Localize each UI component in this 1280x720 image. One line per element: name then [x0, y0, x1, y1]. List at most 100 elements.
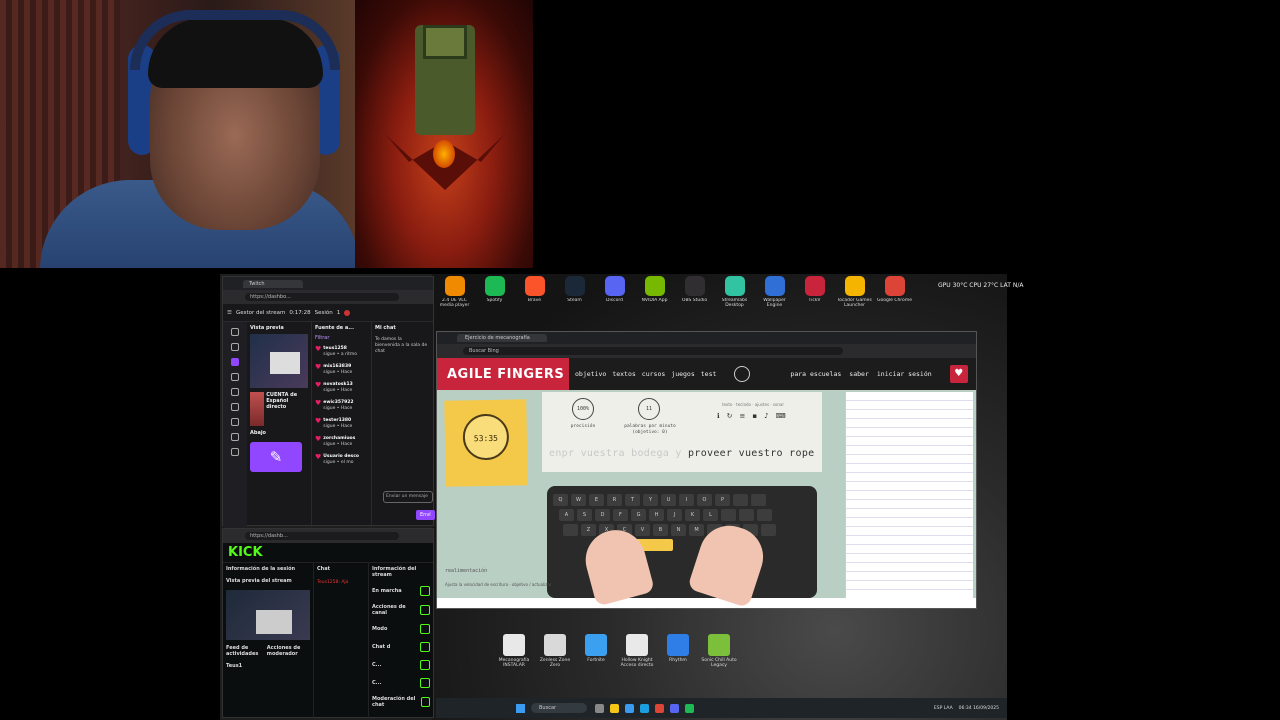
desktop-icon[interactable]: NVIDIA App — [636, 276, 673, 309]
desktop-shortcut[interactable]: Zenless Zone Zero — [537, 634, 573, 668]
desktop-icon[interactable]: Steam — [556, 276, 593, 309]
desktop-icon[interactable]: OBS Studio — [676, 276, 713, 309]
chrome-icon — [884, 276, 905, 296]
expand-icon[interactable] — [231, 328, 239, 336]
tab-twitch[interactable]: Twitch — [243, 279, 303, 288]
agile-logo[interactable]: AGILE FINGERS — [437, 358, 569, 390]
chrome-taskbar-icon[interactable] — [655, 703, 664, 713]
keyboard-key: W — [571, 494, 586, 506]
edge-icon[interactable] — [625, 703, 634, 713]
follower-item[interactable]: ♥ tester1380 sigue • Hace — [315, 418, 368, 429]
toggle-icon[interactable] — [420, 624, 430, 634]
broadcast-icon[interactable] — [231, 373, 239, 381]
stream-preview[interactable] — [250, 334, 308, 388]
follower-item[interactable]: ♥ novatosk13 sigue • Hace — [315, 382, 368, 393]
keyboard-icon[interactable]: ⌨ — [776, 412, 786, 420]
desktop-shortcut[interactable]: Rhythm — [660, 634, 696, 668]
follower-item[interactable]: ♥ ewic357922 sigue • Hace — [315, 400, 368, 411]
file-explorer-icon[interactable] — [610, 703, 619, 713]
channel-card[interactable]: CUENTA de Español directo — [250, 392, 308, 426]
toggle-icon[interactable] — [420, 642, 430, 652]
session-info-label[interactable]: Información de la sesión — [226, 566, 310, 572]
nav-link[interactable]: test — [701, 370, 717, 378]
desktop-icon[interactable]: Brave — [516, 276, 553, 309]
desktop-shortcut[interactable]: Fortnite — [578, 634, 614, 668]
sound-icon[interactable]: ♪ — [764, 412, 768, 420]
desktop-icon[interactable]: Wallpaper Engine — [756, 276, 793, 309]
stream-setting-row[interactable]: C... — [372, 660, 430, 670]
nav-link[interactable]: cursos — [642, 370, 665, 378]
nav-link[interactable]: juegos — [671, 370, 694, 378]
lock-icon[interactable]: ▪ — [752, 412, 757, 420]
task-view-icon[interactable] — [595, 703, 604, 713]
stream-icon[interactable] — [231, 358, 239, 366]
desktop-icon[interactable]: Tocador Games Launcher — [836, 276, 873, 309]
taskbar-search[interactable]: Buscar — [531, 703, 587, 713]
alarm-clock-icon: 53:35 — [462, 413, 510, 461]
home-icon[interactable] — [231, 343, 239, 351]
nav-link[interactable]: iniciar sesión — [877, 370, 932, 378]
follower-item[interactable]: ♥ Usuario desco sigue • el mo — [315, 454, 368, 465]
url-input[interactable]: https://dashbo... — [245, 293, 399, 301]
kick-stream-preview[interactable] — [226, 590, 310, 640]
toggle-icon[interactable] — [420, 605, 430, 615]
toggle-icon[interactable] — [420, 678, 430, 688]
agile-url-input[interactable]: Buscar Bing — [463, 347, 843, 355]
desktop-shortcut[interactable]: Hollow Knight Acceso directo — [619, 634, 655, 668]
restart-icon[interactable]: ↻ — [727, 412, 733, 420]
kick-url-input[interactable]: https://dashb... — [245, 532, 399, 540]
start-icon[interactable] — [516, 703, 525, 713]
nav-link[interactable]: objetivo — [575, 370, 606, 378]
desktop-icon[interactable]: Discord — [596, 276, 633, 309]
spotify-taskbar-icon[interactable] — [685, 703, 694, 713]
mod-actions-label[interactable]: Acciones de moderador — [267, 645, 310, 657]
nav-link[interactable]: saber — [849, 370, 869, 378]
follower-item[interactable]: ♥ zorchamiuos sigue • Hace — [315, 436, 368, 447]
heart-icon[interactable]: ♥ — [949, 365, 968, 383]
toggle-icon[interactable] — [420, 660, 430, 670]
desktop-shortcut[interactable]: Sonic Chill Auto Legacy — [701, 634, 737, 668]
content-icon[interactable] — [231, 433, 239, 441]
desktop-icon[interactable]: Google Chrome — [876, 276, 913, 309]
edit-stream-button[interactable]: ✎ — [250, 442, 302, 472]
toggle-icon[interactable] — [421, 697, 430, 707]
desktop-icon[interactable]: TickV — [796, 276, 833, 309]
chat-send-button[interactable]: Enví — [416, 510, 435, 520]
record-icon[interactable] — [344, 309, 351, 316]
menu-icon[interactable]: ☰ — [227, 310, 232, 316]
stream-setting-row[interactable]: C... — [372, 678, 430, 688]
community-icon[interactable] — [231, 418, 239, 426]
discord-taskbar-icon[interactable] — [670, 703, 679, 713]
store-icon[interactable] — [640, 703, 649, 713]
stream-setting-row[interactable]: Moderación del chat — [372, 696, 430, 708]
activity-feed-label[interactable]: Feed de actividades — [226, 645, 263, 657]
stream-setting-row[interactable]: En marcha — [372, 586, 430, 596]
follower-item[interactable]: ♥ teus1258 sigue • a ritmo — [315, 346, 368, 357]
tab-agile-fingers[interactable]: Ejercicio de mecanografía — [457, 334, 547, 342]
nav-link[interactable]: textos — [612, 370, 635, 378]
stream-preview-label[interactable]: Vista previa del stream — [226, 578, 310, 584]
clock[interactable]: 06:34 16/09/2025 — [959, 706, 999, 711]
toggle-icon[interactable] — [420, 586, 430, 596]
settings-icon[interactable] — [231, 448, 239, 456]
nav-link[interactable]: para escuelas — [790, 370, 841, 378]
desktop-icon[interactable]: 2.4 UE VLC media player — [436, 276, 473, 309]
heart-icon: ♥ — [315, 435, 322, 443]
analytics-icon[interactable] — [231, 403, 239, 411]
filter-link[interactable]: Filtrar — [315, 335, 368, 341]
stream-setting-row[interactable]: Chat d — [372, 642, 430, 652]
info-icon[interactable]: ℹ — [717, 412, 720, 420]
session-label: Sesión — [314, 309, 333, 316]
stream-setting-row[interactable]: Acciones de canal — [372, 604, 430, 616]
award-icon[interactable] — [734, 366, 751, 382]
calendar-icon[interactable] — [231, 388, 239, 396]
stream-setting-row[interactable]: Modo — [372, 624, 430, 634]
caption: Ajusta la velocidad de escritura · objet… — [445, 582, 552, 587]
follower-item[interactable]: ♥ mix163839 sigue • Hace — [315, 364, 368, 375]
language-indicator[interactable]: ESP LAA — [934, 706, 953, 711]
desktop-icon[interactable]: Streamlabs Desktop — [716, 276, 753, 309]
desktop-icon[interactable]: Spotify — [476, 276, 513, 309]
text-icon[interactable]: ≡ — [740, 412, 746, 420]
chat-input[interactable]: Enviar un mensaje — [383, 491, 433, 503]
desktop-shortcut[interactable]: Mecanografía INSTALAR — [496, 634, 532, 668]
